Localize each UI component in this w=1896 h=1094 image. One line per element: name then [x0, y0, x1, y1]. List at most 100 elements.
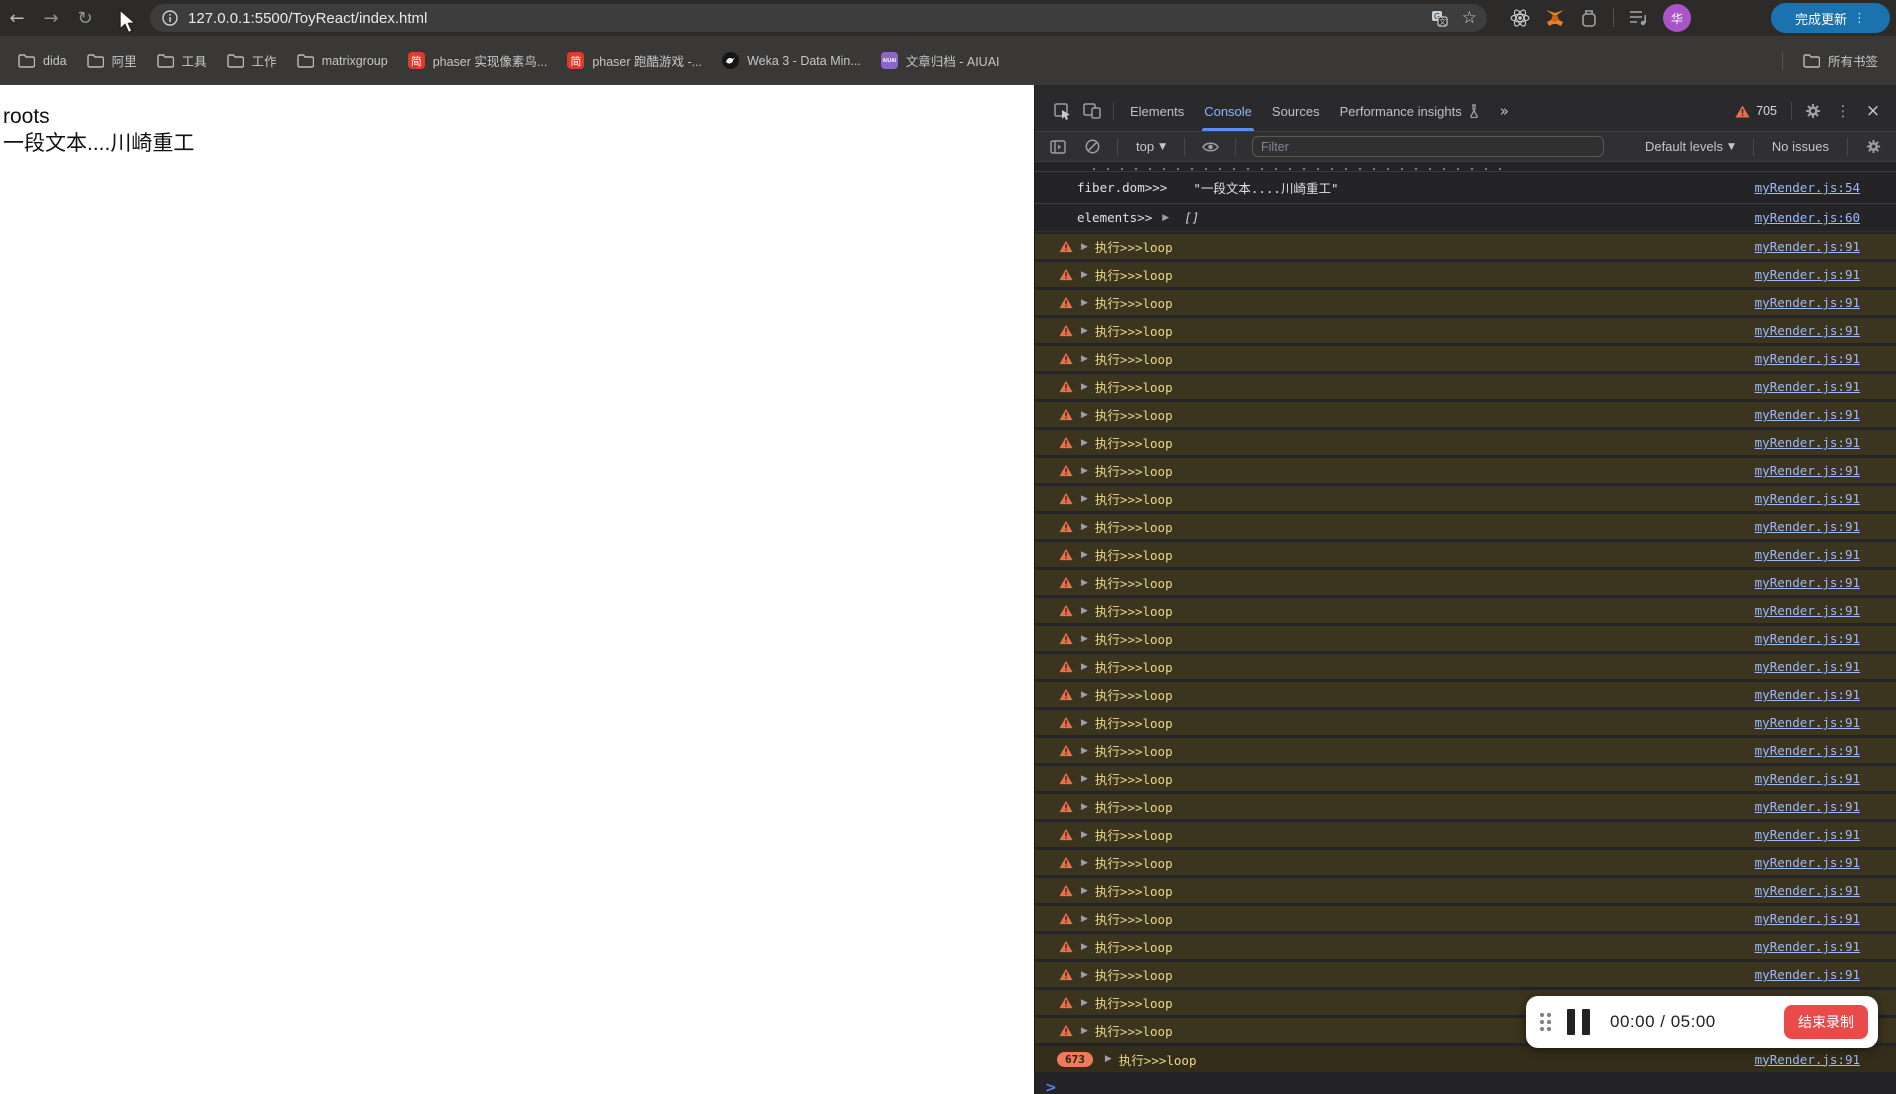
source-link[interactable]: myRender.js:91 [1755, 435, 1860, 450]
devtools-close-icon[interactable]: × [1858, 96, 1888, 126]
expand-arrow-icon[interactable]: ▶ [1081, 438, 1088, 448]
tab-elements[interactable]: Elements [1120, 91, 1194, 131]
console-warning-row[interactable]: ▶ 执行>>>loop myRender.js:91 [1035, 822, 1896, 847]
console-warning-row[interactable]: ▶ 执行>>>loop myRender.js:91 [1035, 906, 1896, 931]
reload-button[interactable]: ↻ [68, 4, 102, 32]
devtools-menu-icon[interactable]: ⋮ [1828, 96, 1858, 126]
bookmark-phaser-runner[interactable]: 简 phaser 跑酷游戏 -... [557, 46, 712, 75]
expand-arrow-icon[interactable]: ▶ [1081, 970, 1088, 980]
address-bar[interactable]: 127.0.0.1:5500/ToyReact/index.html G文 ☆ [150, 4, 1487, 32]
expand-arrow-icon[interactable]: ▶ [1081, 270, 1088, 280]
device-toolbar-icon[interactable] [1077, 96, 1107, 126]
bookmark-star-icon[interactable]: ☆ [1462, 8, 1477, 28]
expand-arrow-icon[interactable]: ▶ [1081, 242, 1088, 252]
source-link[interactable]: myRender.js:91 [1755, 1052, 1860, 1067]
issues-status[interactable]: No issues [1764, 139, 1837, 154]
console-sidebar-toggle-icon[interactable] [1043, 132, 1073, 162]
profile-avatar[interactable]: 华 [1663, 4, 1691, 32]
stop-recording-button[interactable]: 结束录制 [1784, 1005, 1868, 1039]
console-prompt-chevron[interactable]: > [1035, 1074, 1896, 1094]
console-warning-row[interactable]: ▶ 执行>>>loop myRender.js:91 [1035, 654, 1896, 679]
forward-button[interactable]: → [34, 4, 68, 32]
expand-arrow-icon[interactable]: ▶ [1081, 354, 1088, 364]
source-link[interactable]: myRender.js:91 [1755, 407, 1860, 422]
tab-performance-insights[interactable]: Performance insights [1330, 91, 1490, 131]
source-link[interactable]: myRender.js:91 [1755, 267, 1860, 282]
source-link[interactable]: myRender.js:91 [1755, 575, 1860, 590]
expand-arrow-icon[interactable]: ▶ [1081, 410, 1088, 420]
source-link[interactable]: myRender.js:91 [1755, 519, 1860, 534]
console-warning-row[interactable]: ▶ 执行>>>loop myRender.js:91 [1035, 234, 1896, 259]
console-warning-row[interactable]: ▶ 执行>>>loop myRender.js:91 [1035, 850, 1896, 875]
bookmark-work[interactable]: 工作 [217, 46, 287, 75]
expand-arrow-icon[interactable]: ▶ [1081, 550, 1088, 560]
log-levels-selector[interactable]: Default levels ▼ [1637, 139, 1743, 154]
expand-arrow-icon[interactable]: ▶ [1081, 1026, 1088, 1036]
clear-console-icon[interactable] [1077, 132, 1107, 162]
bookmark-matrixgroup[interactable]: matrixgroup [287, 47, 398, 74]
tab-console[interactable]: Console [1194, 91, 1262, 131]
pause-button[interactable] [1567, 1009, 1590, 1035]
console-warning-row[interactable]: ▶ 执行>>>loop myRender.js:91 [1035, 374, 1896, 399]
console-log-fiber[interactable]: fiber.dom>>> "一段文本....川崎重工" myRender.js:… [1035, 172, 1896, 204]
expand-arrow-icon[interactable]: ▶ [1081, 858, 1088, 868]
console-warning-row[interactable]: ▶ 执行>>>loop myRender.js:91 [1035, 570, 1896, 595]
expand-arrow-icon[interactable]: ▶ [1105, 1054, 1112, 1064]
console-warning-row[interactable]: ▶ 执行>>>loop myRender.js:91 [1035, 934, 1896, 959]
more-tabs-button[interactable]: » [1490, 91, 1519, 131]
playlist-icon[interactable] [1629, 10, 1648, 26]
console-warning-row[interactable]: ▶ 执行>>>loop myRender.js:91 [1035, 682, 1896, 707]
bookmark-aiuai[interactable]: AIUAI 文章归档 - AIUAI [871, 46, 1010, 75]
expand-arrow-icon[interactable]: ▶ [1081, 298, 1088, 308]
console-warning-row[interactable]: ▶ 执行>>>loop myRender.js:91 [1035, 290, 1896, 315]
bookmark-ali[interactable]: 阿里 [77, 46, 147, 75]
console-warning-row[interactable]: ▶ 执行>>>loop myRender.js:91 [1035, 514, 1896, 539]
expand-arrow-icon[interactable]: ▶ [1081, 662, 1088, 672]
source-link[interactable]: myRender.js:91 [1755, 295, 1860, 310]
all-bookmarks-button[interactable]: 所有书签 [1793, 46, 1888, 75]
source-link[interactable]: myRender.js:54 [1755, 180, 1860, 195]
source-link[interactable]: myRender.js:91 [1755, 715, 1860, 730]
expand-arrow-icon[interactable]: ▶ [1081, 326, 1088, 336]
source-link[interactable]: myRender.js:91 [1755, 827, 1860, 842]
expand-arrow-icon[interactable]: ▶ [1081, 578, 1088, 588]
console-warning-row[interactable]: ▶ 执行>>>loop myRender.js:91 [1035, 318, 1896, 343]
expand-arrow-icon[interactable]: ▶ [1081, 802, 1088, 812]
expand-arrow-icon[interactable]: ▶ [1081, 914, 1088, 924]
source-link[interactable]: myRender.js:91 [1755, 967, 1860, 982]
console-settings-icon[interactable] [1858, 132, 1888, 162]
expand-arrow-icon[interactable]: ▶ [1081, 886, 1088, 896]
expand-arrow-icon[interactable]: ▶ [1081, 830, 1088, 840]
source-link[interactable]: myRender.js:91 [1755, 743, 1860, 758]
console-warning-row[interactable]: ▶ 执行>>>loop myRender.js:91 [1035, 402, 1896, 427]
live-expression-eye-icon[interactable] [1195, 132, 1225, 162]
expand-arrow-icon[interactable]: ▶ [1081, 382, 1088, 392]
tab-sources[interactable]: Sources [1262, 91, 1330, 131]
console-warning-row[interactable]: ▶ 执行>>>loop myRender.js:91 [1035, 738, 1896, 763]
chrome-update-button[interactable]: 完成更新 ⋮ [1771, 3, 1890, 33]
source-link[interactable]: myRender.js:91 [1755, 491, 1860, 506]
source-link[interactable]: myRender.js:91 [1755, 939, 1860, 954]
source-link[interactable]: myRender.js:60 [1755, 210, 1860, 225]
expand-arrow-icon[interactable]: ▶ [1081, 718, 1088, 728]
site-info-icon[interactable] [162, 10, 178, 26]
screen-recorder-overlay[interactable]: 00:00 / 05:00 结束录制 [1526, 996, 1878, 1048]
drag-handle-icon[interactable] [1540, 1013, 1551, 1031]
console-warning-row[interactable]: ▶ 执行>>>loop myRender.js:91 [1035, 458, 1896, 483]
source-link[interactable]: myRender.js:91 [1755, 323, 1860, 338]
bookmark-weka[interactable]: Weka 3 - Data Min... [712, 47, 871, 74]
expand-arrow-icon[interactable]: ▶ [1081, 774, 1088, 784]
source-link[interactable]: myRender.js:91 [1755, 351, 1860, 366]
expand-arrow-icon[interactable]: ▶ [1081, 998, 1088, 1008]
expand-arrow-icon[interactable]: ▶ [1081, 634, 1088, 644]
console-warning-row[interactable]: ▶ 执行>>>loop myRender.js:91 [1035, 626, 1896, 651]
back-button[interactable]: ← [0, 4, 34, 32]
context-selector[interactable]: top ▼ [1128, 139, 1174, 154]
console-warning-row[interactable]: ▶ 执行>>>loop myRender.js:91 [1035, 794, 1896, 819]
console-filter-input[interactable] [1252, 136, 1604, 157]
source-link[interactable]: myRender.js:91 [1755, 799, 1860, 814]
source-link[interactable]: myRender.js:91 [1755, 239, 1860, 254]
expand-arrow-icon[interactable]: ▶ [1081, 466, 1088, 476]
source-link[interactable]: myRender.js:91 [1755, 603, 1860, 618]
console-warning-collapsed-row[interactable]: 673 ▶ 执行>>>loop myRender.js:91 [1035, 1046, 1896, 1072]
